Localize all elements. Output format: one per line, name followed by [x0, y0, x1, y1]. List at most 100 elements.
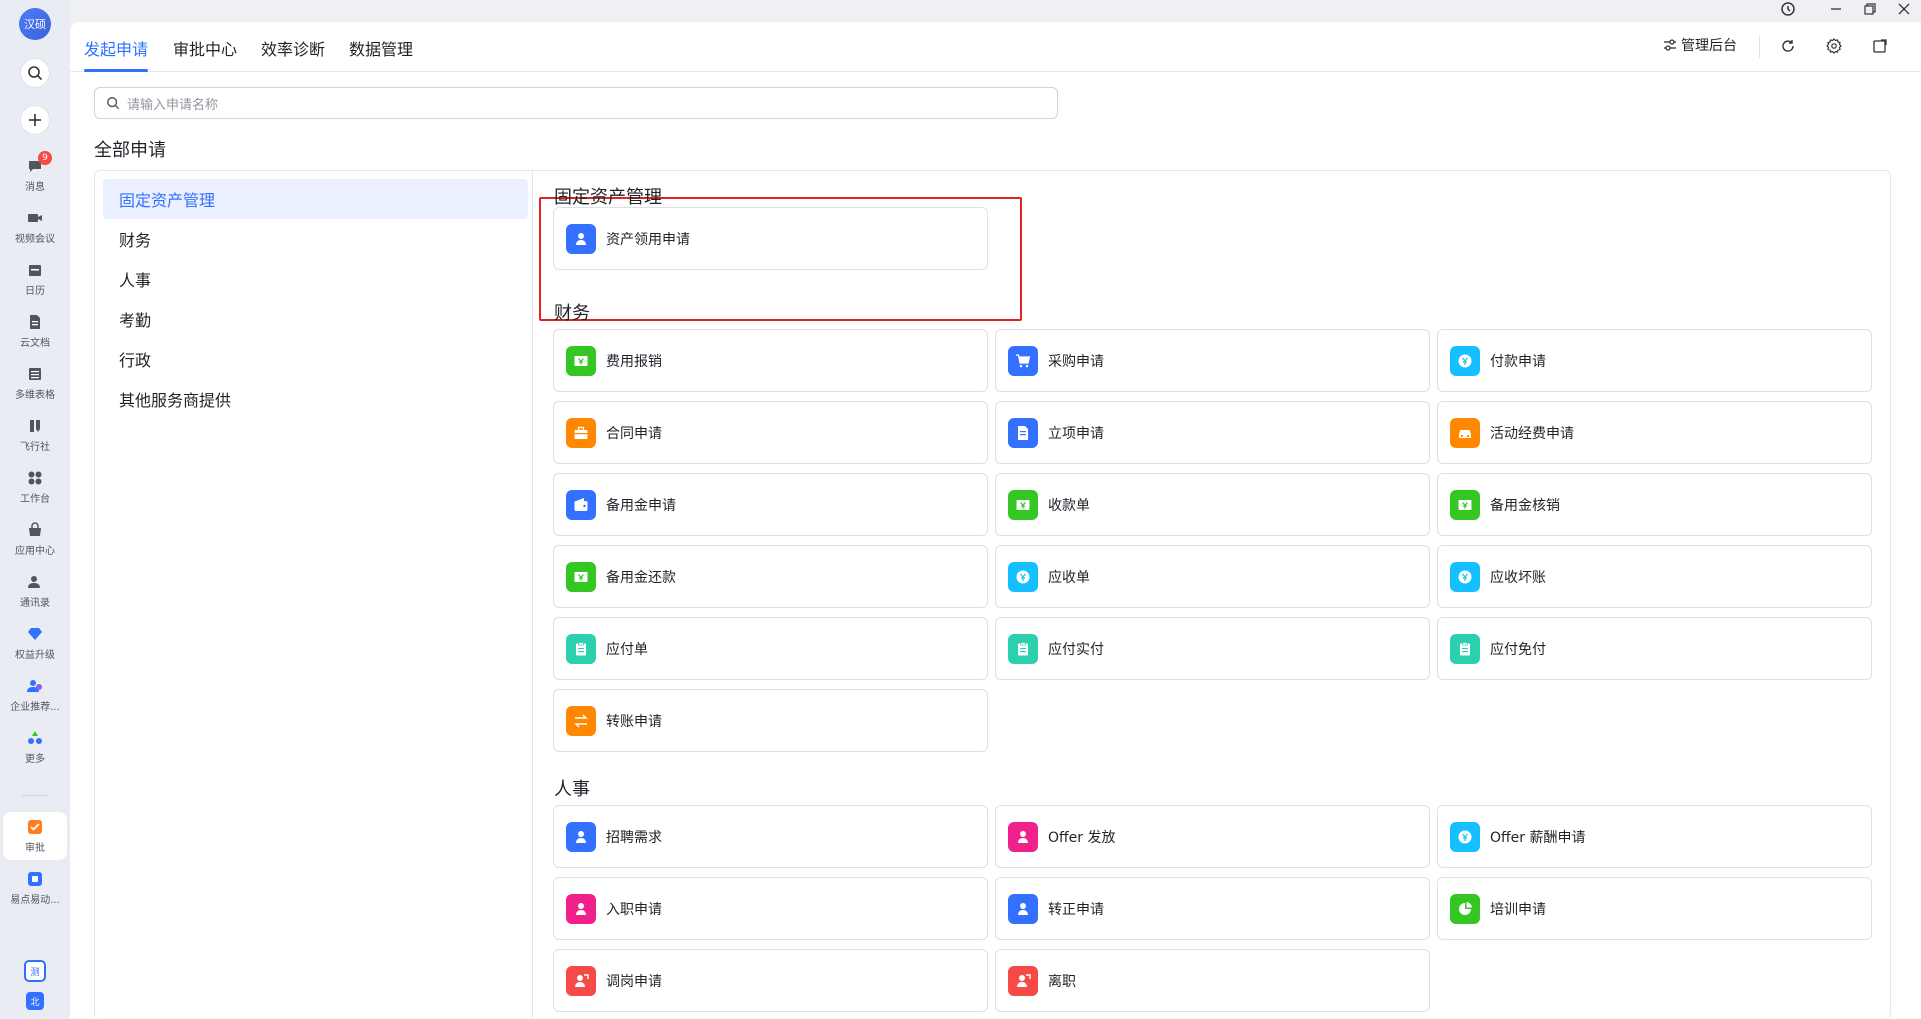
more-apps-icon: [28, 730, 42, 744]
request-card[interactable]: 备用金申请: [553, 473, 988, 536]
request-card[interactable]: 备用金还款: [553, 545, 988, 608]
rail-item-app-center[interactable]: 应用中心: [3, 517, 67, 561]
unread-badge: 9: [38, 150, 52, 165]
rail-item-label: 应用中心: [15, 545, 55, 557]
rail-item-workplace[interactable]: 工作台: [3, 465, 67, 509]
tab-submit-request[interactable]: 发起申请: [84, 36, 148, 60]
rail-item-enterprise-recommend[interactable]: 企业推荐...: [3, 673, 67, 717]
rail-item-calendar[interactable]: 日历: [3, 257, 67, 301]
minimize-button[interactable]: [1826, 0, 1846, 18]
table-icon: [29, 367, 41, 380]
restore-button[interactable]: [1860, 0, 1880, 18]
rail-item-label: 权益升级: [15, 649, 55, 661]
bottom-app-2-wrap: 北: [0, 992, 70, 1010]
rail-item-label: 易点易动...: [10, 894, 60, 906]
request-card[interactable]: 离职: [995, 949, 1430, 1012]
request-card[interactable]: 活动经费申请: [1437, 401, 1872, 464]
settings-button[interactable]: [1826, 38, 1842, 54]
open-in-window-button[interactable]: [1872, 38, 1888, 54]
left-rail: 汉硕 9 消息 视频会议 日历 云文档 多维表格 飞行社 工作台 应用中心 通讯…: [0, 0, 70, 1019]
request-card[interactable]: 调岗申请: [553, 949, 988, 1012]
rail-item-docs[interactable]: 云文档: [3, 309, 67, 353]
restore-icon: [1864, 3, 1876, 15]
request-card-label: 应收单: [1048, 569, 1090, 586]
rail-item-more[interactable]: 更多: [3, 725, 67, 769]
rail-item-label: 飞行社: [20, 441, 50, 453]
pie-icon: [1450, 893, 1480, 924]
request-card[interactable]: 转正申请: [995, 877, 1430, 940]
contacts-icon: [28, 575, 40, 588]
tab-data-management[interactable]: 数据管理: [349, 36, 413, 60]
request-card[interactable]: 应付单: [553, 617, 988, 680]
request-card[interactable]: 应收单: [995, 545, 1430, 608]
rail-item-contacts[interactable]: 通讯录: [3, 569, 67, 613]
request-card[interactable]: 资产领用申请: [553, 207, 988, 270]
person-move-icon: [1008, 965, 1038, 996]
category-attendance[interactable]: 考勤: [103, 299, 528, 339]
main-area: 发起申请 审批中心 效率诊断 数据管理 管理后台 请输入申请名称 全部申请 固定…: [70, 22, 1921, 1019]
request-card[interactable]: 合同申请: [553, 401, 988, 464]
bottom-app-2[interactable]: 北: [26, 992, 44, 1010]
request-panel: 固定资产管理 财务 人事 考勤 行政 其他服务商提供 固定资产管理 财务 人事 …: [94, 170, 1891, 1019]
tab-approval-center[interactable]: 审批中心: [173, 36, 237, 60]
sliders-icon: [1664, 39, 1676, 51]
admin-console-button[interactable]: 管理后台: [1663, 35, 1737, 55]
request-card[interactable]: 应收坏账: [1437, 545, 1872, 608]
request-card[interactable]: 付款申请: [1437, 329, 1872, 392]
request-card[interactable]: 培训申请: [1437, 877, 1872, 940]
transfer-icon: [566, 705, 596, 736]
create-button[interactable]: [20, 105, 50, 135]
bottom-app-1[interactable]: 测: [24, 960, 46, 982]
plus-icon: [29, 114, 41, 126]
request-card[interactable]: 招聘需求: [553, 805, 988, 868]
request-card-label: 应收坏账: [1490, 569, 1546, 586]
history-button[interactable]: [1778, 0, 1798, 18]
request-card[interactable]: 转账申请: [553, 689, 988, 752]
gear-icon: [1826, 38, 1842, 54]
yen-bill-icon: [566, 345, 596, 376]
request-card-label: 转账申请: [606, 713, 662, 730]
grid-icon: [28, 471, 42, 484]
book-icon: [30, 419, 40, 432]
request-card[interactable]: 立项申请: [995, 401, 1430, 464]
request-card[interactable]: 入职申请: [553, 877, 988, 940]
person-icon: [566, 223, 596, 254]
request-card[interactable]: 应付免付: [1437, 617, 1872, 680]
rail-item-easy-asset[interactable]: 易点易动...: [3, 866, 67, 910]
category-finance[interactable]: 财务: [103, 219, 528, 259]
refresh-icon: [1782, 40, 1794, 52]
rail-item-label: 工作台: [20, 493, 50, 505]
request-card-label: 备用金还款: [606, 569, 676, 586]
request-card[interactable]: Offer 发放: [995, 805, 1430, 868]
global-search-button[interactable]: [20, 58, 50, 88]
avatar[interactable]: 汉硕: [19, 8, 51, 40]
category-hr[interactable]: 人事: [103, 259, 528, 299]
rail-item-community[interactable]: 飞行社: [3, 413, 67, 457]
person-icon: [1008, 893, 1038, 924]
yen-bill-icon: [1008, 489, 1038, 520]
request-card[interactable]: 费用报销: [553, 329, 988, 392]
rail-item-video-meeting[interactable]: 视频会议: [3, 205, 67, 249]
request-card[interactable]: Offer 薪酬申请: [1437, 805, 1872, 868]
close-window-button[interactable]: [1894, 0, 1914, 18]
rail-item-upgrade[interactable]: 权益升级: [3, 621, 67, 665]
rail-item-label: 企业推荐...: [10, 701, 60, 713]
search-input[interactable]: 请输入申请名称: [94, 87, 1058, 119]
rail-item-messages[interactable]: 9 消息: [3, 150, 67, 197]
diamond-icon: [28, 627, 42, 640]
cart-icon: [1008, 345, 1038, 376]
section-title-hr: 人事: [554, 779, 590, 800]
search-wrap: [0, 58, 70, 88]
category-administration[interactable]: 行政: [103, 339, 528, 379]
rail-item-bitable[interactable]: 多维表格: [3, 361, 67, 405]
request-card[interactable]: 采购申请: [995, 329, 1430, 392]
request-card[interactable]: 应付实付: [995, 617, 1430, 680]
category-third-party[interactable]: 其他服务商提供: [103, 379, 528, 419]
rail-item-approval[interactable]: 审批: [3, 812, 67, 860]
refresh-button[interactable]: [1780, 38, 1796, 54]
request-card[interactable]: 收款单: [995, 473, 1430, 536]
request-card-label: Offer 发放: [1048, 829, 1116, 846]
category-fixed-assets[interactable]: 固定资产管理: [103, 179, 528, 219]
request-card[interactable]: 备用金核销: [1437, 473, 1872, 536]
tab-efficiency-diagnosis[interactable]: 效率诊断: [261, 36, 325, 60]
